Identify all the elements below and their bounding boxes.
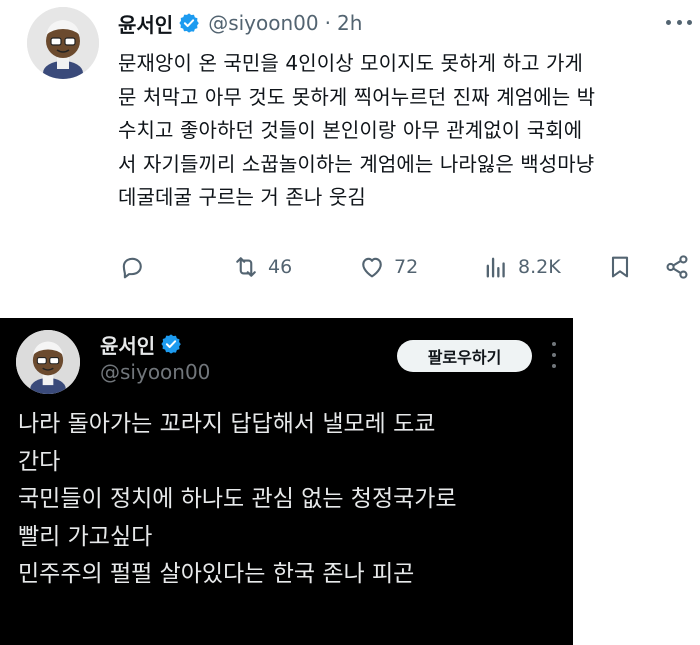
separator-dot: · <box>324 11 331 35</box>
tweet-text-line: 데굴데굴 구르는 거 존나 웃김 <box>118 185 366 209</box>
avatar[interactable] <box>16 330 80 394</box>
tweet-text: 문재앙이 온 국민을 4인이상 모이지도 못하게 하고 가게 문 처막고 아무 … <box>118 47 698 215</box>
reply-button[interactable] <box>118 250 146 284</box>
display-name[interactable]: 윤서인 <box>100 330 155 359</box>
tweet-text-line: 문재앙이 온 국민을 4인이상 모이지도 못하게 하고 가게 <box>118 51 584 75</box>
retweet-icon <box>236 257 256 277</box>
retweet-count: 46 <box>268 256 293 278</box>
verified-badge-icon <box>160 333 182 355</box>
handle[interactable]: @siyoon00 <box>208 11 318 35</box>
follow-button[interactable]: 팔로우하기 <box>397 340 532 372</box>
like-count: 72 <box>394 256 419 278</box>
reply-icon <box>122 257 142 279</box>
more-horizontal-icon[interactable] <box>666 12 692 32</box>
tweet-actions-bar: 46 72 8.2K <box>118 250 698 284</box>
tweet-header: 윤서인 @siyoon00 · 2h <box>118 9 362 38</box>
tweet-text-line: 국민들이 정치에 하나도 관심 없는 청정국가로 <box>18 486 457 512</box>
tweet-card-dark: 윤서인 @siyoon00 팔로우하기 나라 돌아가는 꼬라지 답답해서 낼모레… <box>0 318 573 645</box>
bookmark-icon <box>611 256 629 278</box>
tweet-text-line: 민주주의 펄펄 살아있다는 한국 존나 피곤 <box>18 561 415 587</box>
tweet-text-line: 나라 돌아가는 꼬라지 답답해서 낼모레 도쿄 <box>18 411 436 437</box>
tweet-text-line: 간다 <box>18 448 61 475</box>
tweet-text-line: 수치고 좋아하던 것들이 본인이랑 아무 관계없이 국회에 <box>118 118 583 142</box>
bookmark-button[interactable] <box>606 250 634 284</box>
tweet-text-line: 서 자기들끼리 소꿉놀이하는 계엄에는 나라잃은 백성마냥 <box>118 151 595 176</box>
handle[interactable]: @siyoon00 <box>100 360 210 384</box>
views-count: 8.2K <box>518 256 561 278</box>
tweet-text-line: 문 처막고 아무 것도 못하게 찍어누르던 진짜 계엄에는 박 <box>118 84 596 109</box>
tweet-text: 나라 돌아가는 꼬라지 답답해서 낼모레 도쿄 간다 국민들이 정치에 하나도 … <box>18 406 568 594</box>
heart-icon <box>362 257 382 278</box>
tweet-text-line: 빨리 가고싶다 <box>18 523 153 550</box>
tweet-card-light: 윤서인 @siyoon00 · 2h 문재앙이 온 국민을 4인이상 모이지도 … <box>0 0 700 300</box>
tweet-header: 윤서인 <box>100 330 182 358</box>
views-button[interactable]: 8.2K <box>482 250 561 284</box>
share-button[interactable] <box>663 250 691 284</box>
views-chart-icon <box>486 257 505 278</box>
like-button[interactable]: 72 <box>358 250 418 284</box>
retweet-button[interactable]: 46 <box>232 250 292 284</box>
display-name[interactable]: 윤서인 <box>118 9 173 38</box>
avatar-illustration <box>16 330 80 394</box>
avatar[interactable] <box>27 7 99 79</box>
verified-badge-icon <box>178 12 200 34</box>
avatar-illustration <box>27 7 99 79</box>
share-icon <box>666 255 688 279</box>
timestamp[interactable]: 2h <box>337 11 362 35</box>
more-vertical-icon[interactable] <box>550 342 558 368</box>
